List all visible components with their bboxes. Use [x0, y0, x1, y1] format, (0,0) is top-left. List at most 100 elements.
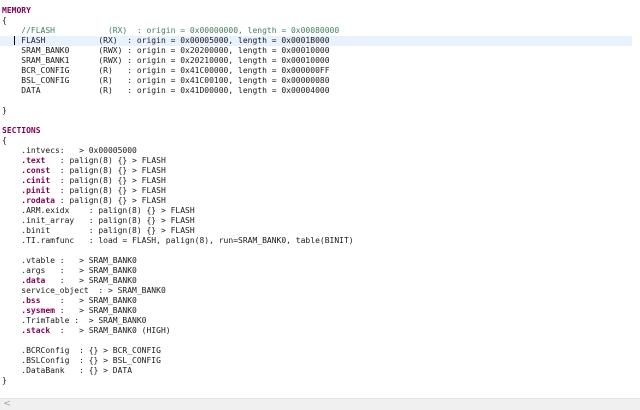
code-line-content: .pinit : palign(8) {} > FLASH [2, 186, 166, 195]
code-line-content: } [2, 376, 7, 385]
code-line[interactable]: { [2, 136, 7, 146]
code-line[interactable]: .binit : palign(8) {} > FLASH [2, 226, 195, 236]
code-token: { [2, 136, 7, 145]
code-line-content: BCR_CONFIG (R) : origin = 0x41C00000, le… [2, 66, 329, 75]
code-line[interactable]: .stack : > SRAM_BANK0 (HIGH) [2, 326, 170, 336]
code-line-content: BSL_CONFIG (R) : origin = 0x41C00100, le… [2, 76, 329, 85]
code-line-content: .const : palign(8) {} > FLASH [2, 166, 166, 175]
code-line-content: { [2, 16, 7, 25]
code-line[interactable]: .cinit : palign(8) {} > FLASH [2, 176, 166, 186]
code-line-content: MEMORY [2, 6, 31, 15]
code-line-content: .text : palign(8) {} > FLASH [2, 156, 166, 165]
code-line[interactable]: .bss : > SRAM_BANK0 [2, 296, 137, 306]
text-cursor [14, 36, 15, 45]
code-token: SRAM_BANK0 (RWX) : origin = 0x20200000, … [2, 46, 330, 55]
code-line[interactable]: { [2, 16, 7, 26]
code-line[interactable]: BCR_CONFIG (R) : origin = 0x41C00000, le… [2, 66, 329, 76]
code-token: DATA (R) : origin = 0x41D00000, length =… [2, 86, 330, 95]
code-line[interactable]: DATA (R) : origin = 0x41D00000, length =… [2, 86, 330, 96]
code-token: .intvecs: > 0x00005000 [2, 146, 137, 155]
code-line[interactable]: MEMORY [2, 6, 31, 16]
code-editor[interactable]: MEMORY{ //FLASH (RX) : origin = 0x000000… [0, 0, 640, 410]
code-line-content: SECTIONS [2, 126, 41, 135]
code-line[interactable]: } [2, 106, 7, 116]
code-line-content: FLASH (RX) : origin = 0x00005000, length… [0, 36, 330, 45]
code-token: .BCRConfig : {} > BCR_CONFIG [2, 346, 161, 355]
code-line[interactable]: .TrimTable : > SRAM_BANK0 [2, 316, 146, 326]
code-line-content: .intvecs: > 0x00005000 [2, 146, 137, 155]
keyword-token: .stack [21, 326, 51, 335]
keyword-token: .text [21, 156, 46, 165]
scroll-left-arrow-icon[interactable]: < [2, 399, 12, 410]
code-line[interactable]: .data : > SRAM_BANK0 [2, 276, 137, 286]
code-token: : palign(8) {} > FLASH [54, 196, 166, 205]
code-token: .args : > SRAM_BANK0 [2, 266, 137, 275]
code-area[interactable]: MEMORY{ //FLASH (RX) : origin = 0x000000… [0, 0, 632, 398]
code-line-content: .sysmem : > SRAM_BANK0 [2, 306, 137, 315]
code-line[interactable]: .init_array : palign(8) {} > FLASH [2, 216, 194, 226]
code-token: : > SRAM_BANK0 [54, 306, 137, 315]
code-line-content: .vtable : > SRAM_BANK0 [2, 256, 137, 265]
code-line[interactable]: } [2, 376, 7, 386]
code-line[interactable]: .args : > SRAM_BANK0 [2, 266, 137, 276]
horizontal-scrollbar[interactable]: < [0, 398, 640, 410]
code-line[interactable]: .vtable : > SRAM_BANK0 [2, 256, 137, 266]
code-line-content: .data : > SRAM_BANK0 [2, 276, 137, 285]
code-line-content: .stack : > SRAM_BANK0 (HIGH) [2, 326, 170, 335]
code-token: service_object : > SRAM_BANK0 [2, 286, 166, 295]
code-line[interactable]: .sysmem : > SRAM_BANK0 [2, 306, 137, 316]
code-line[interactable]: .BCRConfig : {} > BCR_CONFIG [2, 346, 161, 356]
keyword-token: SECTIONS [2, 126, 41, 135]
code-token: FLASH (RX) : origin = 0x00005000, length… [2, 36, 330, 45]
vertical-scrollbar[interactable] [632, 0, 640, 398]
comment-token: //FLASH (RX) : origin = 0x00000000, leng… [2, 26, 340, 35]
code-token: : palign(8) {} > FLASH [50, 176, 166, 185]
code-token: : palign(8) {} > FLASH [50, 166, 166, 175]
keyword-token: MEMORY [2, 6, 31, 15]
code-line[interactable]: SECTIONS [2, 126, 41, 136]
code-token: : palign(8) {} > FLASH [45, 156, 166, 165]
code-token: : > SRAM_BANK0 [40, 296, 137, 305]
code-line[interactable]: .TI.ramfunc : load = FLASH, palign(8), r… [2, 236, 353, 246]
code-line[interactable]: BSL_CONFIG (R) : origin = 0x41C00100, le… [2, 76, 329, 86]
code-line[interactable]: .intvecs: > 0x00005000 [2, 146, 137, 156]
code-token: .vtable : > SRAM_BANK0 [2, 256, 137, 265]
code-line[interactable]: .BSLConfig : {} > BSL_CONFIG [2, 356, 161, 366]
keyword-token: .const [21, 166, 51, 175]
code-line-content: } [2, 106, 7, 115]
code-token: .DataBank : {} > DATA [2, 366, 133, 375]
keyword-token: .sysmem [21, 306, 55, 315]
code-line[interactable]: .ARM.exidx : palign(8) {} > FLASH [2, 206, 195, 216]
code-line[interactable]: .const : palign(8) {} > FLASH [2, 166, 166, 176]
code-token: } [2, 106, 7, 115]
code-line-content: .args : > SRAM_BANK0 [2, 266, 137, 275]
code-token: { [2, 16, 7, 25]
code-token: : > SRAM_BANK0 [45, 276, 137, 285]
code-line[interactable]: service_object : > SRAM_BANK0 [2, 286, 166, 296]
code-token: .binit : palign(8) {} > FLASH [2, 226, 195, 235]
code-line-content: SRAM_BANK1 (RWX) : origin = 0x20210000, … [2, 56, 329, 65]
code-line-content: SRAM_BANK0 (RWX) : origin = 0x20200000, … [2, 46, 330, 55]
code-line-content: .rodata : palign(8) {} > FLASH [2, 196, 166, 205]
keyword-token: .pinit [21, 186, 51, 195]
code-line[interactable]: .rodata : palign(8) {} > FLASH [2, 196, 166, 206]
code-token: .ARM.exidx : palign(8) {} > FLASH [2, 206, 195, 215]
code-line[interactable]: SRAM_BANK1 (RWX) : origin = 0x20210000, … [2, 56, 329, 66]
code-line[interactable]: .pinit : palign(8) {} > FLASH [2, 186, 166, 196]
keyword-token: .bss [21, 296, 41, 305]
code-line[interactable]: .DataBank : {} > DATA [2, 366, 132, 376]
code-line[interactable]: //FLASH (RX) : origin = 0x00000000, leng… [2, 26, 339, 36]
code-line-content: DATA (R) : origin = 0x41D00000, length =… [2, 86, 330, 95]
code-line-content: service_object : > SRAM_BANK0 [2, 286, 166, 295]
code-line-current[interactable]: FLASH (RX) : origin = 0x00005000, length… [0, 36, 632, 46]
code-line-content: .BSLConfig : {} > BSL_CONFIG [2, 356, 161, 365]
code-line-content: //FLASH (RX) : origin = 0x00000000, leng… [2, 26, 339, 35]
code-line[interactable]: SRAM_BANK0 (RWX) : origin = 0x20200000, … [2, 46, 330, 56]
code-line[interactable]: .text : palign(8) {} > FLASH [2, 156, 166, 166]
